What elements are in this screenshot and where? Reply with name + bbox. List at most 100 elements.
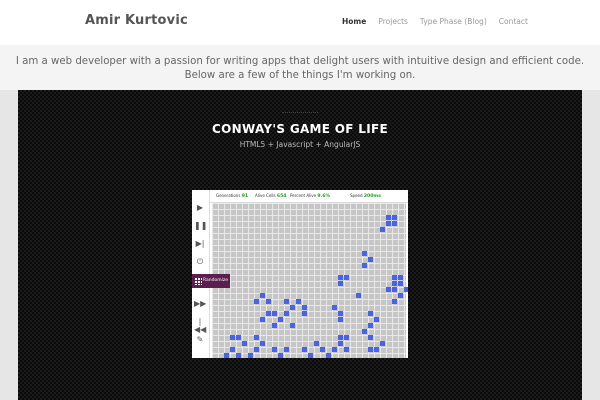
- live-cell[interactable]: [392, 299, 397, 304]
- live-cell[interactable]: [392, 281, 397, 286]
- live-cell[interactable]: [368, 311, 373, 316]
- live-cell[interactable]: [254, 299, 259, 304]
- live-cell[interactable]: [254, 335, 259, 340]
- step-icon[interactable]: ▶|: [194, 240, 206, 248]
- live-cell[interactable]: [338, 281, 343, 286]
- live-cell[interactable]: [236, 335, 241, 340]
- live-cell[interactable]: [404, 287, 408, 292]
- live-cell[interactable]: [338, 335, 343, 340]
- live-cell[interactable]: [272, 323, 277, 328]
- live-cell[interactable]: [392, 221, 397, 226]
- live-cell[interactable]: [284, 347, 289, 352]
- live-cell[interactable]: [302, 305, 307, 310]
- live-cell[interactable]: [302, 347, 307, 352]
- live-cell[interactable]: [386, 221, 391, 226]
- forward-icon[interactable]: ▶▶: [194, 300, 206, 308]
- live-cell[interactable]: [356, 293, 361, 298]
- live-cell[interactable]: [278, 353, 283, 358]
- live-cell[interactable]: [386, 287, 391, 292]
- section-divider: [282, 112, 318, 114]
- live-cell[interactable]: [392, 215, 397, 220]
- live-cell[interactable]: [272, 347, 277, 352]
- live-cell[interactable]: [260, 341, 265, 346]
- stat-generations: Generations 91: [216, 193, 248, 199]
- stat-percent-alive: Percent Alive 9.6%: [290, 193, 330, 199]
- live-cell[interactable]: [398, 275, 403, 280]
- live-cell[interactable]: [398, 293, 403, 298]
- live-cell[interactable]: [338, 317, 343, 322]
- live-cell[interactable]: [398, 281, 403, 286]
- stat-alive-cells: Alive Cells 654: [255, 193, 287, 199]
- live-cell[interactable]: [230, 347, 235, 352]
- live-cell[interactable]: [338, 341, 343, 346]
- play-icon[interactable]: ▶: [194, 204, 206, 212]
- live-cell[interactable]: [374, 317, 379, 322]
- skip-back-icon[interactable]: |◀◀: [194, 318, 206, 334]
- live-cell[interactable]: [338, 275, 343, 280]
- live-cell[interactable]: [230, 335, 235, 340]
- stat-value: 9.6%: [317, 194, 331, 199]
- live-cell[interactable]: [314, 341, 319, 346]
- site-brand-link[interactable]: Amir Kurtovic: [85, 13, 188, 28]
- live-cell[interactable]: [260, 317, 265, 322]
- stats-bar: Generations 91 Alive Cells 654 Percent A…: [210, 190, 408, 203]
- site-header: Amir Kurtovic Home Projects Type Phase (…: [0, 0, 600, 45]
- game-board[interactable]: [212, 203, 408, 358]
- live-cell[interactable]: [284, 311, 289, 316]
- live-cell[interactable]: [392, 275, 397, 280]
- live-cell[interactable]: [302, 311, 307, 316]
- live-cell[interactable]: [296, 299, 301, 304]
- live-cell[interactable]: [344, 347, 349, 352]
- live-cell[interactable]: [266, 311, 271, 316]
- project-title[interactable]: CONWAY'S GAME OF LIFE: [0, 122, 600, 136]
- project-screenshot[interactable]: Generations 91 Alive Cells 654 Percent A…: [192, 190, 408, 358]
- pause-icon[interactable]: ❚❚: [194, 222, 207, 230]
- nav-blog[interactable]: Type Phase (Blog): [420, 17, 487, 26]
- live-cell[interactable]: [362, 251, 367, 256]
- live-cell[interactable]: [380, 227, 385, 232]
- intro-text: I am a web developer with a passion for …: [15, 56, 585, 81]
- live-cell[interactable]: [236, 353, 241, 358]
- live-cell[interactable]: [338, 311, 343, 316]
- live-cell[interactable]: [290, 305, 295, 310]
- power-icon[interactable]: ⏻: [194, 258, 206, 266]
- live-cell[interactable]: [290, 323, 295, 328]
- live-cell[interactable]: [368, 323, 373, 328]
- live-cell[interactable]: [284, 299, 289, 304]
- live-cell[interactable]: [362, 329, 367, 334]
- stat-label: Speed: [350, 193, 363, 198]
- edit-icon[interactable]: ✎: [194, 336, 206, 344]
- nav-projects[interactable]: Projects: [378, 17, 408, 26]
- randomize-button[interactable]: Randomize: [192, 274, 230, 288]
- live-cell[interactable]: [278, 317, 283, 322]
- live-cell[interactable]: [368, 335, 373, 340]
- nav-home[interactable]: Home: [342, 17, 366, 26]
- nav-contact[interactable]: Contact: [499, 17, 528, 26]
- grid-icon: [194, 277, 202, 285]
- live-cell[interactable]: [242, 341, 247, 346]
- live-cell[interactable]: [344, 335, 349, 340]
- live-cell[interactable]: [374, 347, 379, 352]
- live-cell[interactable]: [386, 215, 391, 220]
- live-cell[interactable]: [344, 275, 349, 280]
- live-cell[interactable]: [308, 353, 313, 358]
- live-cell[interactable]: [368, 347, 373, 352]
- live-cell[interactable]: [260, 293, 265, 298]
- live-cell[interactable]: [332, 347, 337, 352]
- live-cell[interactable]: [362, 263, 367, 268]
- live-cell[interactable]: [332, 305, 337, 310]
- live-cell[interactable]: [248, 353, 253, 358]
- live-cell[interactable]: [320, 347, 325, 352]
- live-cell[interactable]: [380, 341, 385, 346]
- live-cell[interactable]: [266, 299, 271, 304]
- live-cell[interactable]: [224, 353, 229, 358]
- stat-value: 654: [276, 194, 287, 199]
- live-cell[interactable]: [392, 287, 397, 292]
- live-cell[interactable]: [254, 347, 259, 352]
- live-cell[interactable]: [326, 353, 331, 358]
- live-cell[interactable]: [272, 311, 277, 316]
- live-cell[interactable]: [368, 257, 373, 262]
- right-gutter: [582, 90, 600, 400]
- stat-label: Percent Alive: [290, 193, 317, 198]
- left-gutter: [0, 90, 18, 400]
